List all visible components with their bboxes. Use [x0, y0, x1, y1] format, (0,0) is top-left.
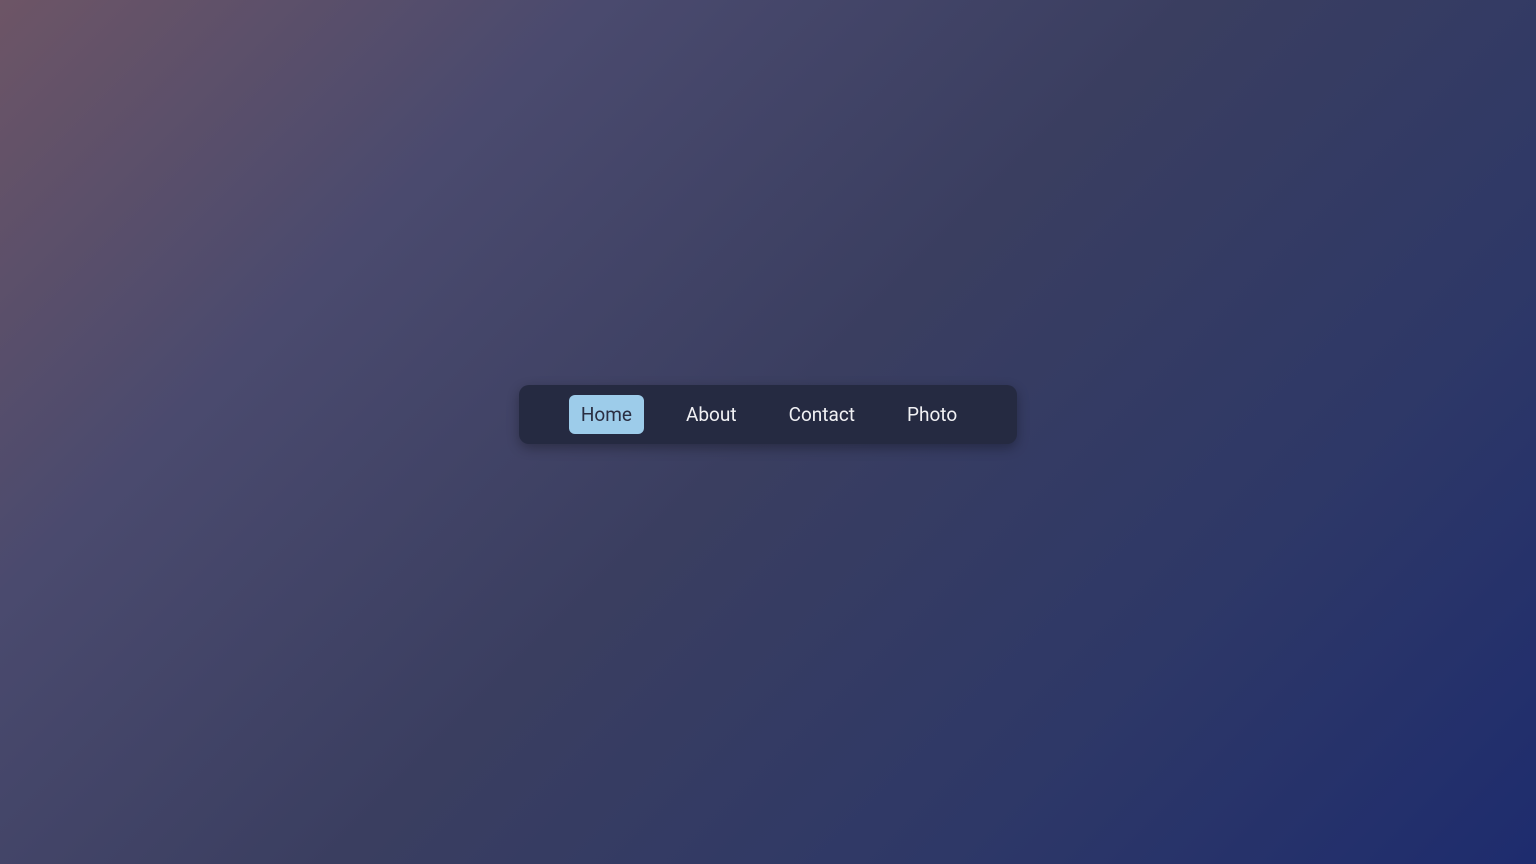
navigation-bar: Home About Contact Photo: [519, 385, 1017, 444]
nav-item-home[interactable]: Home: [569, 395, 644, 434]
nav-item-about[interactable]: About: [676, 395, 747, 434]
nav-item-photo[interactable]: Photo: [897, 395, 967, 434]
nav-item-contact[interactable]: Contact: [779, 395, 865, 434]
